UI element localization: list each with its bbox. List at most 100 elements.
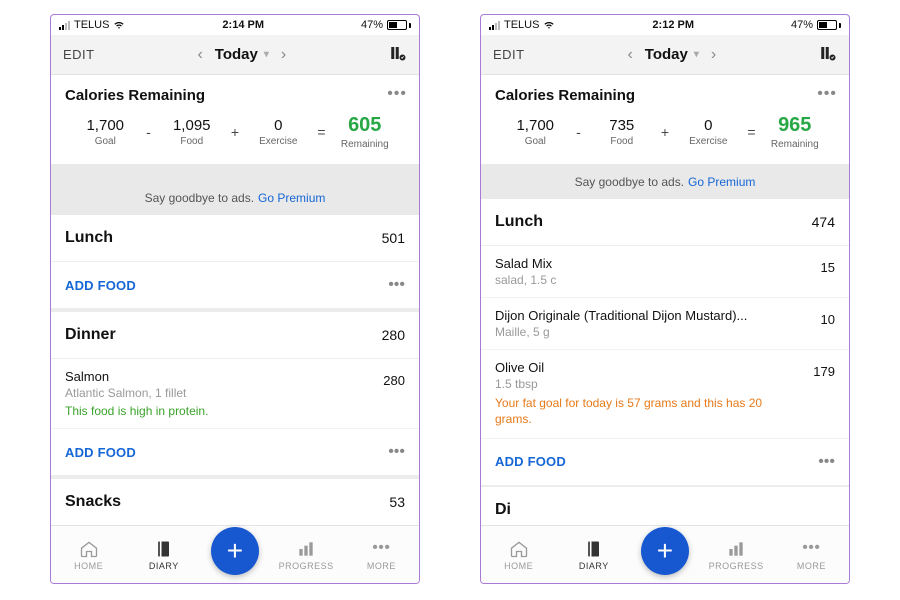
food-label: Food (586, 136, 659, 147)
calories-more-button[interactable]: ••• (387, 85, 407, 103)
tab-label: DIARY (579, 561, 609, 571)
phone-left: TELUS 2:14 PM 47% EDIT ‹ Today ▾ › Calor… (50, 14, 420, 584)
go-premium-link[interactable]: Go Premium (688, 175, 755, 189)
tab-label: MORE (797, 561, 826, 571)
meal-more-button[interactable]: ••• (388, 443, 405, 461)
tab-label: PROGRESS (279, 561, 334, 571)
meal-section-lunch: Lunch 474 Salad Mix salad, 1.5 c 15 Dijo… (481, 199, 849, 484)
tab-diary[interactable]: DIARY (566, 539, 622, 571)
add-food-button[interactable]: ADD FOOD (495, 454, 566, 469)
ad-text: Say goodbye to ads. (145, 191, 254, 205)
fab-add-button[interactable]: + (211, 527, 259, 575)
tab-label: HOME (504, 561, 533, 571)
prev-day-button[interactable]: ‹ (627, 46, 632, 64)
nutrition-icon[interactable] (819, 44, 837, 65)
food-calories: 15 (821, 260, 835, 275)
tab-home[interactable]: HOME (61, 539, 117, 571)
exercise-value: 0 (672, 117, 745, 134)
meal-name: Lunch (495, 213, 543, 231)
tab-bar: HOME DIARY + PROGRESS ••• MORE (481, 525, 849, 583)
meal-header[interactable]: Dinner 280 (51, 312, 419, 359)
diary-icon (154, 539, 174, 559)
meal-more-button[interactable]: ••• (818, 453, 835, 471)
plus-icon: + (658, 124, 672, 140)
today-label: Today (215, 46, 258, 63)
carrier-label: TELUS (504, 19, 539, 31)
progress-icon (296, 539, 316, 559)
status-bar: TELUS 2:12 PM 47% (481, 15, 849, 35)
date-picker[interactable]: Today ▾ (645, 46, 699, 63)
phone-right: TELUS 2:12 PM 47% EDIT ‹ Today ▾ › Calor… (480, 14, 850, 584)
tab-home[interactable]: HOME (491, 539, 547, 571)
next-day-button[interactable]: › (281, 46, 286, 64)
meal-calories: 280 (382, 327, 405, 343)
meal-name: Snacks (65, 493, 121, 511)
go-premium-link[interactable]: Go Premium (258, 191, 325, 205)
meal-name: Dinner (65, 326, 116, 344)
ad-banner[interactable]: Say goodbye to ads. Go Premium (51, 164, 419, 215)
home-icon (509, 539, 529, 559)
add-food-button[interactable]: ADD FOOD (65, 278, 136, 293)
exercise-value: 0 (242, 117, 315, 134)
meal-section-snacks: Snacks 53 (51, 479, 419, 525)
goal-value: 1,700 (499, 117, 572, 134)
ad-banner[interactable]: Say goodbye to ads. Go Premium (481, 164, 849, 199)
tab-progress[interactable]: PROGRESS (708, 539, 764, 571)
nav-bar: EDIT ‹ Today ▾ › (481, 35, 849, 75)
battery-icon (817, 20, 841, 30)
meal-header[interactable]: Lunch 501 (51, 215, 419, 262)
food-note: Your fat goal for today is 57 grams and … (495, 395, 784, 427)
fab-add-button[interactable]: + (641, 527, 689, 575)
food-item[interactable]: Dijon Originale (Traditional Dijon Musta… (481, 298, 849, 350)
tab-more[interactable]: ••• MORE (783, 539, 839, 571)
food-title: Dijon Originale (Traditional Dijon Musta… (495, 308, 835, 323)
remaining-value: 605 (329, 114, 402, 137)
nutrition-icon[interactable] (389, 44, 407, 65)
battery-percent: 47% (791, 19, 813, 31)
meal-header[interactable]: Lunch 474 (481, 199, 849, 246)
calories-card: Calories Remaining ••• 1,700Goal - 735Fo… (481, 75, 849, 164)
goal-label: Goal (499, 136, 572, 147)
wifi-icon (113, 18, 125, 33)
prev-day-button[interactable]: ‹ (197, 46, 202, 64)
status-time: 2:14 PM (222, 19, 264, 31)
equals-icon: = (745, 124, 759, 140)
meal-calories: 501 (382, 230, 405, 246)
food-item[interactable]: Olive Oil 1.5 tbsp 179 Your fat goal for… (481, 350, 849, 438)
tab-more[interactable]: ••• MORE (353, 539, 409, 571)
food-subtitle: Atlantic Salmon, 1 fillet (65, 386, 405, 400)
meal-more-button[interactable]: ••• (388, 276, 405, 294)
food-item[interactable]: Salad Mix salad, 1.5 c 15 (481, 246, 849, 298)
tab-diary[interactable]: DIARY (136, 539, 192, 571)
tab-progress[interactable]: PROGRESS (278, 539, 334, 571)
add-food-button[interactable]: ADD FOOD (65, 445, 136, 460)
minus-icon: - (142, 124, 156, 140)
edit-button[interactable]: EDIT (493, 47, 525, 62)
more-icon: ••• (802, 539, 820, 559)
calories-more-button[interactable]: ••• (817, 85, 837, 103)
next-day-button[interactable]: › (711, 46, 716, 64)
tab-label: DIARY (149, 561, 179, 571)
meal-header[interactable]: Di (481, 487, 849, 525)
exercise-label: Exercise (672, 136, 745, 147)
food-subtitle: 1.5 tbsp (495, 377, 835, 391)
home-icon (79, 539, 99, 559)
meal-section-lunch: Lunch 501 ADD FOOD ••• (51, 215, 419, 308)
tab-label: HOME (74, 561, 103, 571)
meal-header[interactable]: Snacks 53 (51, 479, 419, 525)
food-item[interactable]: Salmon Atlantic Salmon, 1 fillet 280 Thi… (51, 359, 419, 429)
goal-value: 1,700 (69, 117, 142, 134)
edit-button[interactable]: EDIT (63, 47, 95, 62)
date-picker[interactable]: Today ▾ (215, 46, 269, 63)
carrier-label: TELUS (74, 19, 109, 31)
exercise-label: Exercise (242, 136, 315, 147)
plus-icon: + (228, 124, 242, 140)
ad-text: Say goodbye to ads. (575, 175, 684, 189)
battery-icon (387, 20, 411, 30)
food-label: Food (156, 136, 229, 147)
meal-name: Di (495, 501, 511, 519)
equals-icon: = (315, 124, 329, 140)
food-calories: 280 (383, 373, 405, 388)
meal-calories: 53 (389, 494, 405, 510)
chevron-down-icon: ▾ (694, 49, 699, 60)
